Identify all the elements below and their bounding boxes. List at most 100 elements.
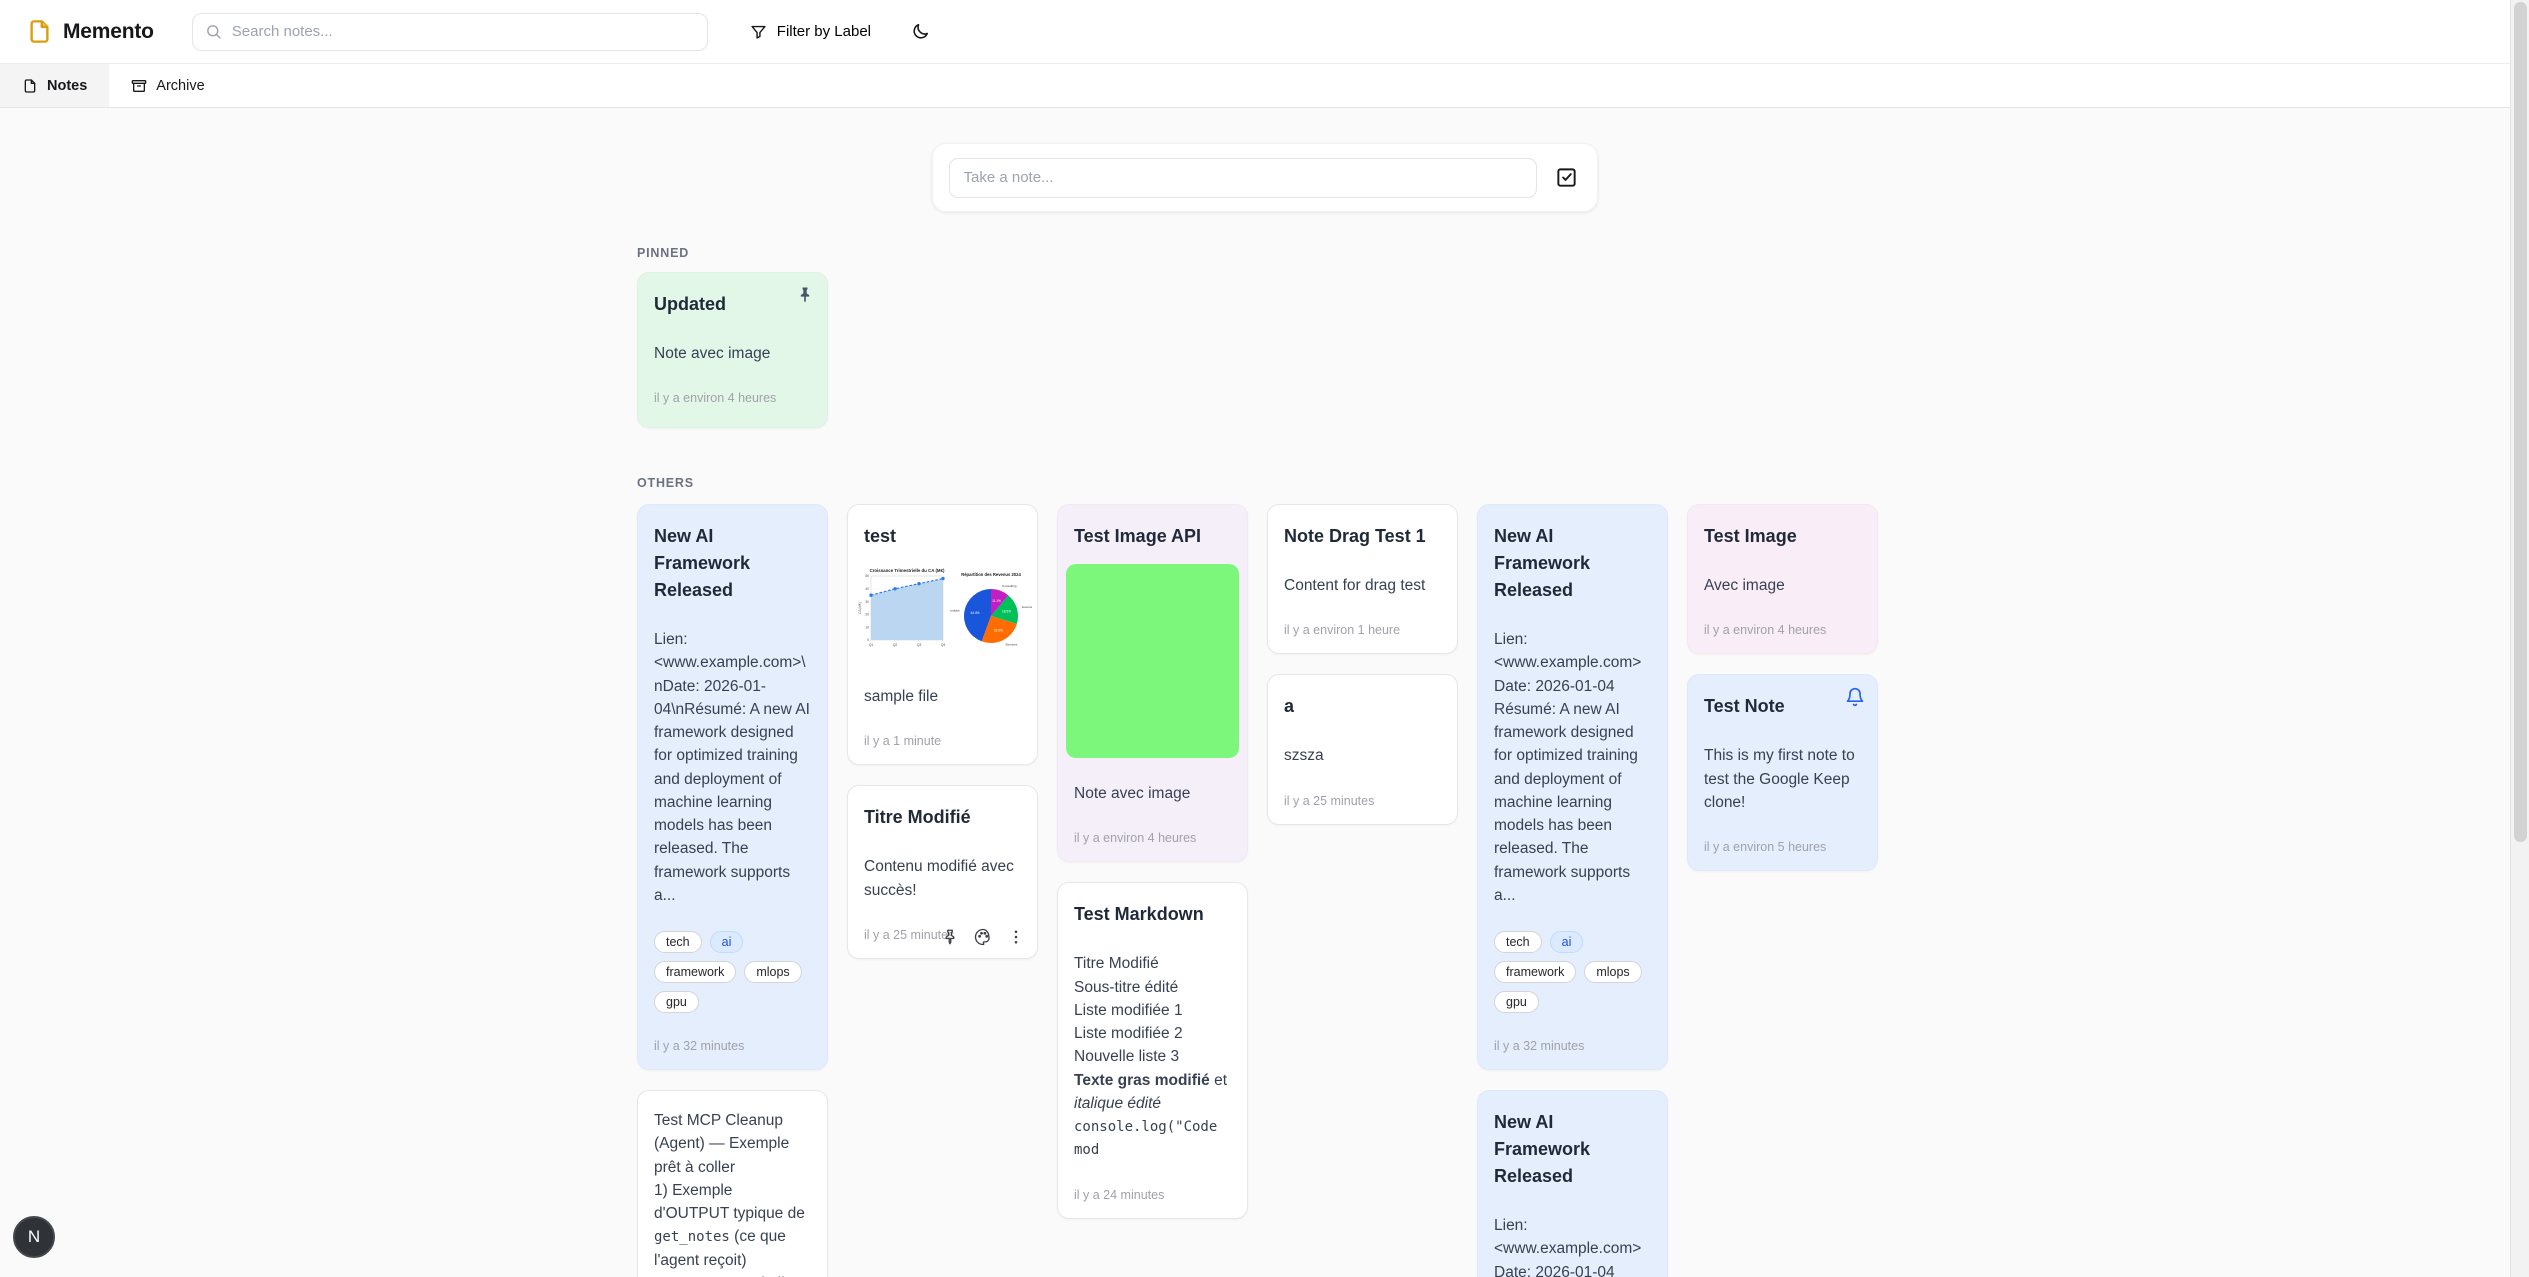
note-card-test-note[interactable]: Test Note This is my first note to test … [1687, 674, 1878, 871]
tag-chip[interactable]: gpu [1494, 991, 1539, 1013]
user-avatar-button[interactable]: N [13, 1216, 55, 1258]
note-timestamp: il y a environ 4 heures [654, 391, 811, 405]
check-square-icon [1555, 166, 1578, 189]
note-content: Note avec image [654, 342, 811, 365]
archive-icon [131, 78, 147, 94]
note-timestamp: il y a 24 minutes [1074, 1188, 1231, 1202]
svg-text:Q3: Q3 [917, 643, 922, 647]
masonry-column-2: test Croissance Trimestrielle du CA (M€)… [847, 504, 1038, 959]
note-card-titre-modifie[interactable]: Titre Modifié Contenu modifié avec succè… [847, 785, 1038, 959]
filter-by-label-button[interactable]: Filter by Label [738, 15, 883, 48]
tab-archive-label: Archive [156, 78, 204, 94]
note-content: Test MCP Cleanup (Agent) — Exemple prêt … [654, 1109, 811, 1277]
svg-text:Répartition des Revenus 2024: Répartition des Revenus 2024 [961, 572, 1021, 577]
note-card-updated[interactable]: Updated Note avec image il y a environ 4… [637, 272, 828, 428]
note-content: Lien: <www.example.com> Date: 2026-01-04… [1494, 1214, 1651, 1277]
pin-icon [941, 928, 959, 946]
memento-logo-icon [26, 18, 53, 45]
note-card-new-ai-framework-1[interactable]: New AI Framework Released Lien: <www.exa… [637, 504, 828, 1070]
note-content: szsza [1284, 744, 1441, 767]
svg-text:Services: Services [1005, 643, 1017, 647]
svg-text:18.5%: 18.5% [1002, 609, 1011, 613]
note-title: test [864, 523, 1021, 550]
note-tags: tech ai framework mlops gpu [654, 931, 811, 1013]
tag-chip[interactable]: framework [1494, 961, 1576, 983]
avatar-initial: N [28, 1227, 40, 1247]
note-content: Note avec image [1074, 782, 1231, 805]
note-card-new-ai-framework-2[interactable]: New AI Framework Released Lien: <www.exa… [1477, 504, 1668, 1070]
filter-by-label-label: Filter by Label [777, 23, 871, 40]
tag-chip[interactable]: tech [654, 931, 702, 953]
vertical-scrollbar[interactable] [2510, 0, 2529, 1277]
notes-board: PINNED Updated Note avec image il y a en… [637, 246, 1892, 1277]
note-card-test-image[interactable]: Test Image Avec image il y a environ 4 h… [1687, 504, 1878, 654]
search-box[interactable] [192, 13, 708, 51]
note-card-test-image-api[interactable]: Test Image API Note avec image il y a en… [1057, 504, 1248, 862]
more-options-button[interactable] [1007, 928, 1025, 946]
tag-chip-ai[interactable]: ai [1550, 931, 1584, 953]
note-timestamp: il y a 25 minutes [1284, 794, 1441, 808]
tag-chip[interactable]: gpu [654, 991, 699, 1013]
masonry-column-4: Note Drag Test 1 Content for drag test i… [1267, 504, 1458, 825]
app-logo: Memento [26, 18, 154, 45]
note-content: Avec image [1704, 574, 1861, 597]
note-title: New AI Framework Released [1494, 1109, 1651, 1190]
svg-text:20: 20 [865, 613, 869, 617]
tag-chip[interactable]: tech [1494, 931, 1542, 953]
view-tabs: Notes Archive [0, 64, 2529, 108]
color-palette-button[interactable] [974, 928, 992, 946]
svg-text:Consulting: Consulting [1002, 584, 1017, 588]
note-card-test[interactable]: test Croissance Trimestrielle du CA (M€)… [847, 504, 1038, 765]
note-title: Titre Modifié [864, 804, 1021, 831]
note-title: Test Image [1704, 523, 1861, 550]
tag-chip[interactable]: mlops [1584, 961, 1641, 983]
theme-toggle-button[interactable] [901, 13, 939, 51]
note-timestamp: il y a environ 1 heure [1284, 623, 1441, 637]
bell-icon[interactable] [1845, 687, 1865, 707]
svg-text:CA (M€): CA (M€) [858, 602, 862, 614]
tab-notes[interactable]: Notes [0, 64, 109, 107]
note-title: Note Drag Test 1 [1284, 523, 1441, 550]
file-icon [22, 78, 38, 94]
note-timestamp: il y a 1 minute [864, 734, 1021, 748]
note-composer [932, 143, 1598, 212]
pie-chart-attachment[interactable]: Répartition des Revenus 202444.4%Produit… [950, 568, 1032, 657]
new-checklist-button[interactable] [1553, 164, 1581, 192]
masonry-column-3: Test Image API Note avec image il y a en… [1057, 504, 1248, 1219]
svg-text:Licences: Licences [1022, 605, 1032, 609]
svg-text:Croissance Trimestrielle du CA: Croissance Trimestrielle du CA (M€) [870, 568, 946, 573]
svg-text:11.1%: 11.1% [992, 599, 1001, 603]
note-card-a[interactable]: a szsza il y a 25 minutes [1267, 674, 1458, 824]
note-title: New AI Framework Released [1494, 523, 1651, 604]
scrollbar-thumb[interactable] [2514, 2, 2527, 842]
search-icon [205, 23, 222, 40]
area-chart-attachment[interactable]: Croissance Trimestrielle du CA (M€)01020… [856, 564, 948, 661]
note-content: Lien: <www.example.com> Date: 2026-01-04… [1494, 628, 1651, 907]
tag-chip[interactable]: mlops [744, 961, 801, 983]
take-a-note-input[interactable] [949, 158, 1537, 198]
note-content: Lien: <www.example.com>\nDate: 2026-01-0… [654, 628, 811, 907]
more-vertical-icon [1007, 928, 1025, 946]
tab-notes-label: Notes [47, 78, 87, 94]
note-card-new-ai-framework-3[interactable]: New AI Framework Released Lien: <www.exa… [1477, 1090, 1668, 1277]
note-content: This is my first note to test the Google… [1704, 744, 1861, 814]
pin-note-button[interactable] [941, 928, 959, 946]
search-input[interactable] [232, 23, 695, 40]
pinned-notes-row: Updated Note avec image il y a environ 4… [637, 272, 1892, 428]
note-title: Updated [654, 291, 811, 318]
tab-archive[interactable]: Archive [109, 64, 226, 107]
green-image-attachment[interactable] [1066, 564, 1239, 758]
masonry-column-6: Test Image Avec image il y a environ 4 h… [1687, 504, 1878, 871]
note-card-test-mcp-cleanup[interactable]: Test MCP Cleanup (Agent) — Exemple prêt … [637, 1090, 828, 1277]
note-card-test-markdown[interactable]: Test Markdown Titre Modifié Sous-titre é… [1057, 882, 1248, 1218]
svg-text:Q4: Q4 [941, 643, 946, 647]
note-card-note-drag-test[interactable]: Note Drag Test 1 Content for drag test i… [1267, 504, 1458, 654]
note-timestamp: il y a 32 minutes [1494, 1039, 1651, 1053]
note-title: Test Markdown [1074, 901, 1231, 928]
moon-icon [911, 22, 930, 41]
note-timestamp: il y a environ 4 heures [1074, 831, 1231, 845]
tag-chip[interactable]: framework [654, 961, 736, 983]
note-content: Titre Modifié Sous-titre édité Liste mod… [1074, 952, 1231, 1161]
pushpin-icon[interactable] [795, 285, 815, 305]
tag-chip-ai[interactable]: ai [710, 931, 744, 953]
